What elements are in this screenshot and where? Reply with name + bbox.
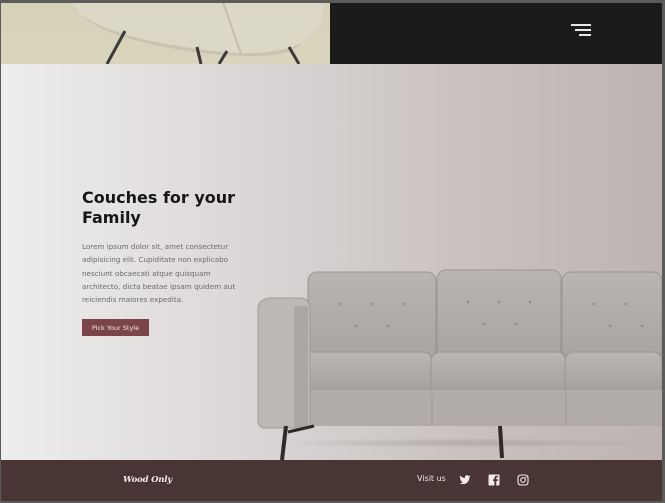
sofa-image [257,269,662,460]
header-nav-area [330,3,662,64]
footer: Wood Only Visit us [1,460,662,501]
visit-us-label: Visit us [417,474,446,483]
hamburger-menu-icon[interactable] [571,24,591,36]
instagram-icon[interactable] [517,474,529,486]
hero-section: Couches for your Family Lorem ipsum dolo… [1,64,662,460]
brand-name: Wood Only [123,475,173,485]
hero-description: Lorem ipsum dolor sit, amet consectetur … [82,242,236,305]
twitter-icon[interactable] [459,474,471,486]
header [1,3,662,64]
pick-your-style-button[interactable]: Pick Your Style [82,319,149,336]
hero-title: Couches for your Family [82,188,236,227]
page: Couches for your Family Lorem ipsum dolo… [1,3,662,501]
chair-photo [1,3,330,64]
facebook-icon[interactable] [488,474,500,486]
